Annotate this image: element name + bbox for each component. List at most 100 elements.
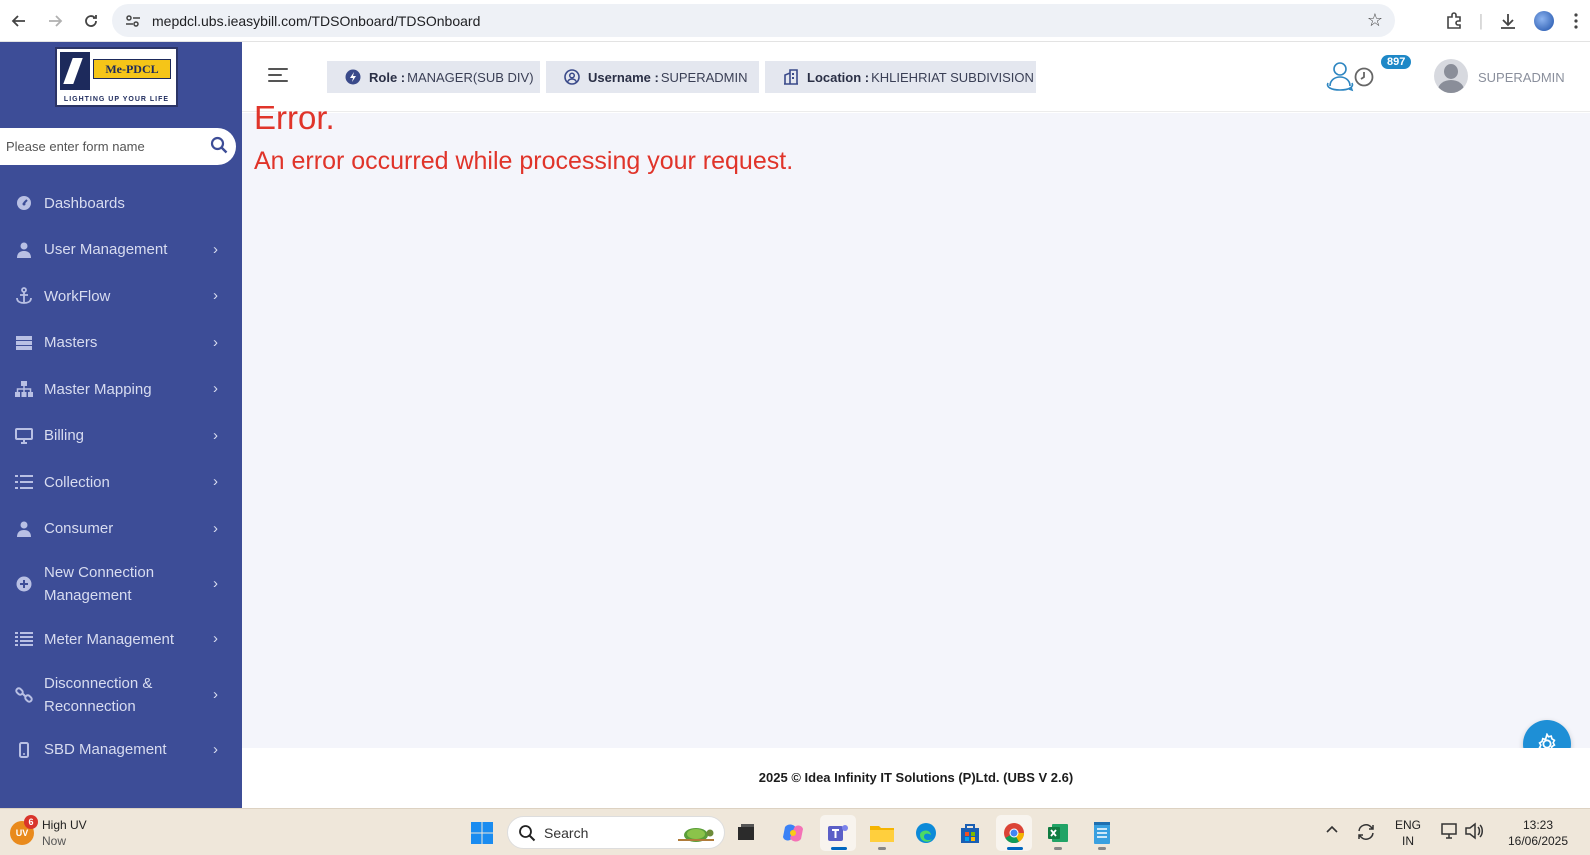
sidebar-item-label: WorkFlow [44,287,111,305]
notepad-app[interactable] [1084,815,1120,851]
weather-sub: Now [42,834,67,848]
footer-copyright: 2025 © Idea Infinity IT Solutions (P)Ltd… [758,770,1074,785]
server-icon [15,334,33,352]
forward-button[interactable] [38,4,72,38]
weather-badge: 6 [24,815,38,829]
sidebar-item-billing[interactable]: Billing › [0,413,242,460]
windows-logo-icon [471,822,493,844]
chrome-app[interactable] [996,815,1032,851]
form-search-input[interactable] [6,139,196,154]
sidebar-item-sbd-management[interactable]: SBD Management › [0,727,242,774]
weather-widget[interactable]: UV 6 High UV Now [10,815,87,849]
sidebar-item-new-connection-management[interactable]: New Connection Management › [0,552,242,616]
menu-kebab-icon[interactable] [1562,13,1590,29]
bookmark-star-icon[interactable]: ☆ [1367,10,1383,31]
sidebar-item-label: Dashboards [44,194,125,212]
teams-app[interactable] [820,815,856,851]
sidebar-item-workflow[interactable]: WorkFlow › [0,273,242,320]
role-chip: Role : MANAGER(SUB DIV) [327,61,540,93]
copilot-icon [783,824,803,842]
list-icon [15,630,33,648]
sidebar-item-label: User Management [44,241,168,259]
download-icon[interactable] [1490,12,1526,30]
sidebar-item-consumer[interactable]: Consumer › [0,506,242,553]
file-explorer-app[interactable] [864,815,900,851]
chrome-browser-icon [1004,823,1025,844]
sidebar-item-collection[interactable]: Collection › [0,459,242,506]
site-settings-icon[interactable] [118,14,148,28]
taskbar-search-label: Search [544,824,589,841]
task-view-icon [738,824,754,840]
form-search [0,128,236,165]
gauge-icon [15,194,33,212]
desktop-icon [15,427,33,445]
sidebar-item-label: Collection [44,473,110,491]
notepad-icon [1094,822,1110,844]
user-icon [15,241,33,259]
clock-icon[interactable] [1354,67,1374,92]
sitemap-icon [15,380,33,398]
clock-date[interactable]: 13:23 16/06/2025 [1500,817,1576,849]
sidebar-item-label: Masters [44,334,98,352]
profile-avatar[interactable] [1526,11,1562,31]
sidebar-item-dashboards[interactable]: Dashboards [0,180,242,227]
chevron-right-icon: › [213,380,218,398]
excel-icon [1048,824,1068,842]
language-indicator[interactable]: ENG IN [1395,817,1421,849]
arrow-left-icon [11,14,25,27]
user-name[interactable]: SUPERADMIN [1478,70,1565,85]
task-view-button[interactable] [728,815,764,851]
support-agent-icon[interactable] [1325,60,1355,97]
sidebar-item-meter-management[interactable]: Meter Management › [0,616,242,663]
address-bar[interactable]: mepdcl.ubs.ieasybill.com/TDSOnboard/TDSO… [112,4,1395,37]
uv-sun-icon: UV 6 [10,815,38,845]
excel-app[interactable] [1040,815,1076,851]
chevron-right-icon: › [213,630,218,648]
sidebar-item-master-mapping[interactable]: Master Mapping › [0,366,242,413]
sidebar-menu: Dashboards User Management › WorkFlow › … [0,180,242,773]
start-button[interactable] [464,815,500,851]
bolt-icon [345,69,361,85]
chevron-right-icon: › [213,240,218,258]
chevron-right-icon: › [213,575,218,592]
network-icon[interactable] [1440,822,1460,845]
sidebar-item-disconnection-reconnection[interactable]: Disconnection & Reconnection › [0,663,242,727]
edge-app[interactable] [908,815,944,851]
notification-badge[interactable]: 897 [1379,53,1414,71]
logo-tagline: LIGHTING UP YOUR LIFE [63,96,170,103]
search-icon [519,824,536,841]
copilot-app[interactable] [775,815,811,851]
main-content: Error. An error occurred while processin… [242,99,1590,748]
sidebar-item-label: New Connection Management [44,564,155,604]
building-icon [783,69,799,85]
location-label: Location : [807,69,870,85]
volume-icon[interactable] [1464,822,1484,845]
sidebar-item-user-management[interactable]: User Management › [0,227,242,274]
chevron-right-icon: › [213,426,218,444]
sidebar-item-masters[interactable]: Masters › [0,320,242,367]
folder-icon [870,826,894,842]
sidebar-item-label: Billing [44,427,85,445]
taskbar-search[interactable]: Search [507,816,725,849]
error-message: An error occurred while processing your … [254,147,794,175]
hamburger-menu-icon[interactable] [268,68,288,84]
chevron-up-icon[interactable] [1325,822,1339,841]
teams-icon [828,825,848,841]
os-taskbar: UV 6 High UV Now Search ENG IN 13:23 16/… [0,808,1590,855]
url-text[interactable]: mepdcl.ubs.ieasybill.com/TDSOnboard/TDSO… [152,13,480,29]
extensions-icon[interactable] [1436,12,1472,30]
back-button[interactable] [2,4,36,38]
search-icon[interactable] [210,136,228,154]
brand-logo[interactable]: Me-PDCL LIGHTING UP YOUR LIFE [55,47,178,107]
reload-icon [85,14,97,27]
sidebar-item-label: SBD Management [44,741,167,759]
logo-mark-icon [60,52,90,90]
arrow-right-icon [49,14,63,27]
store-app[interactable] [952,815,988,851]
role-label: Role : [369,69,406,85]
avatar[interactable] [1434,59,1468,93]
chevron-right-icon: › [213,740,218,758]
reload-button[interactable] [74,4,108,38]
sync-icon[interactable] [1356,822,1376,847]
clock-time: 13:23 [1522,818,1554,832]
